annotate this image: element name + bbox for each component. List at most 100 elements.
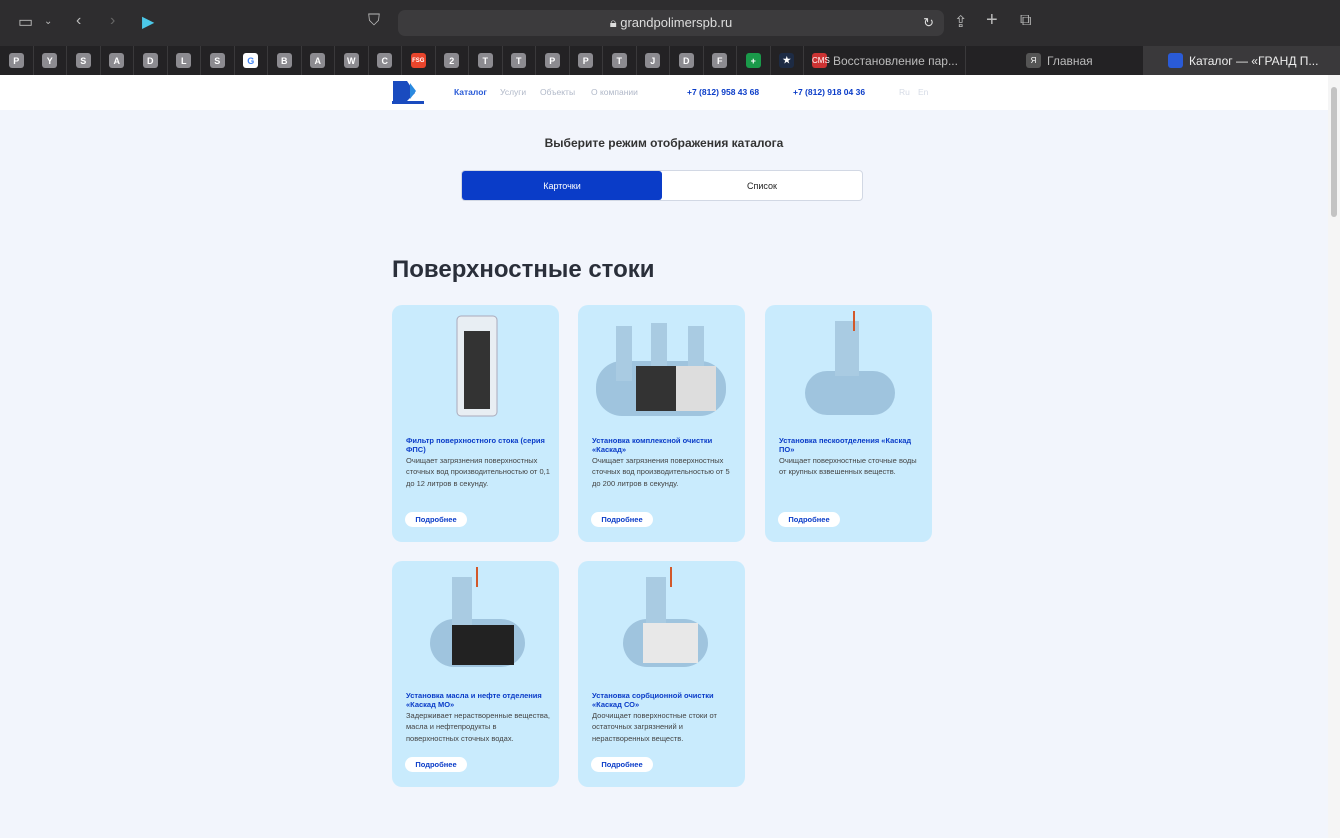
nav-services[interactable]: Услуги [500,87,526,97]
bookmark-item[interactable]: F [704,46,737,75]
bookmark-icon: FSG [410,53,426,68]
product-description: Очищает поверхностные сточные воды от кр… [779,456,917,477]
bookmark-icon: T [611,53,627,68]
details-button[interactable]: Подробнее [405,757,467,772]
bookmark-item[interactable]: D [670,46,704,75]
scrollbar-thumb[interactable] [1331,87,1337,217]
details-button[interactable]: Подробнее [591,757,653,772]
lang-en[interactable]: En [918,87,928,97]
bookmark-icon: A [310,53,326,68]
site-header: Каталог Услуги Объекты О компании +7 (81… [0,75,1328,110]
bookmark-icon: 2 [444,53,460,68]
product-card[interactable]: Фильтр поверхностного стока (серия ФПС) … [392,305,559,542]
bookmark-item[interactable]: ★ [771,46,804,75]
product-title[interactable]: Установка сорбционной очистки «Каскад СО… [592,691,737,709]
bookmark-icon: S [209,53,225,68]
tab-bar: P Y S A D L S G B A W C FSG 2 T T P P T J D F + ★ CMS Восстановл… [0,46,1340,75]
shield-icon[interactable]: ⛉ [368,12,380,30]
bookmark-icon: S [75,53,91,68]
product-card[interactable]: Установка пескоотделения «Каскад ПО» Очи… [765,305,932,542]
product-image[interactable] [402,567,549,677]
product-image[interactable] [588,311,735,421]
product-card[interactable]: Установка комплексной очистки «Каскад» О… [578,305,745,542]
yandex-icon: Я [1026,53,1041,68]
extension-icon[interactable]: ▶ [142,12,154,32]
bookmark-item[interactable]: Y [34,46,67,75]
bookmark-item[interactable]: W [335,46,369,75]
bookmark-item[interactable]: C [369,46,402,75]
bookmark-item[interactable]: S [201,46,235,75]
nav-about[interactable]: О компании [591,87,638,97]
bookmark-icon: T [477,53,493,68]
forward-icon[interactable]: › [110,12,115,30]
bookmark-item[interactable]: T [469,46,503,75]
chevron-down-icon[interactable]: ⌄ [44,16,52,27]
phone-1[interactable]: +7 (812) 958 43 68 [687,87,759,97]
nav-objects[interactable]: Объекты [540,87,575,97]
new-tab-icon[interactable]: + [986,9,998,32]
cms-icon: CMS [812,53,830,68]
back-icon[interactable]: ‹ [76,12,81,30]
details-button[interactable]: Подробнее [405,512,467,527]
product-title[interactable]: Установка комплексной очистки «Каскад» [592,436,737,454]
bookmark-item[interactable]: + [737,46,771,75]
product-image[interactable] [588,567,735,677]
bookmark-icon: A [109,53,125,68]
bookmark-icon: P [578,53,594,68]
bookmark-icon: G [243,53,259,68]
bookmark-icon: D [678,53,694,68]
bookmark-item[interactable]: 2 [436,46,469,75]
bookmark-item[interactable]: S [67,46,101,75]
bookmark-item[interactable]: B [268,46,302,75]
bookmark-item[interactable]: J [637,46,670,75]
mode-cards-button[interactable]: Карточки [462,171,662,200]
bookmark-icon: ★ [779,53,795,68]
bookmark-icon: P [544,53,560,68]
mode-list-button[interactable]: Список [662,171,862,200]
product-description: Доочищает поверхностные стоки от остаточ… [592,711,717,743]
company-logo[interactable] [392,79,424,105]
bookmark-item[interactable]: P [570,46,603,75]
bookmark-icon: J [645,53,661,68]
tab-label: Каталог — «ГРАНД П... [1189,53,1319,68]
bookmark-item[interactable]: A [302,46,335,75]
tab-catalog[interactable]: Каталог — «ГРАНД П... [1144,46,1340,75]
sidebar-icon[interactable]: ▭ [18,12,33,32]
bookmark-item[interactable]: L [168,46,201,75]
product-card[interactable]: Установка масла и нефте отделения «Каска… [392,561,559,787]
bookmark-icon: D [142,53,158,68]
url-text: grandpolimerspb.ru [620,15,733,30]
bookmark-item[interactable]: P [536,46,570,75]
bookmark-item[interactable]: FSG [402,46,436,75]
details-button[interactable]: Подробнее [778,512,840,527]
product-description: Очищает загрязнения поверхностных сточны… [406,456,550,488]
section-title: Поверхностные стоки [392,256,655,283]
bookmark-item[interactable]: P [0,46,34,75]
reload-icon[interactable]: ↻ [923,10,934,36]
product-image[interactable] [775,311,922,421]
bookmark-item[interactable]: T [603,46,637,75]
address-bar[interactable]: 🔒︎ grandpolimerspb.ru ↻ [398,10,944,36]
product-image[interactable] [402,311,549,421]
product-title[interactable]: Установка пескоотделения «Каскад ПО» [779,436,924,454]
tab-restore[interactable]: CMS Восстановление пар... [804,46,966,75]
product-card[interactable]: Установка сорбционной очистки «Каскад СО… [578,561,745,787]
product-title[interactable]: Фильтр поверхностного стока (серия ФПС) [406,436,551,454]
scrollbar[interactable] [1328,75,1340,838]
tab-main[interactable]: Я Главная [966,46,1144,75]
details-button[interactable]: Подробнее [591,512,653,527]
nav-catalog[interactable]: Каталог [454,87,487,97]
view-mode-toggle: Карточки Список [461,170,863,201]
bookmark-item[interactable]: G [235,46,268,75]
bookmark-item[interactable]: D [134,46,168,75]
bookmark-item[interactable]: T [503,46,536,75]
bookmark-item[interactable]: A [101,46,134,75]
share-icon[interactable]: ⇪ [954,12,967,32]
tab-label: Восстановление пар... [833,53,958,68]
phone-2[interactable]: +7 (812) 918 04 36 [793,87,865,97]
bookmark-icon: + [745,53,761,68]
bookmark-icon: B [276,53,292,68]
tabs-overview-icon[interactable]: ⧉ [1020,12,1031,30]
product-title[interactable]: Установка масла и нефте отделения «Каска… [406,691,551,709]
lang-ru[interactable]: Ru [899,87,910,97]
